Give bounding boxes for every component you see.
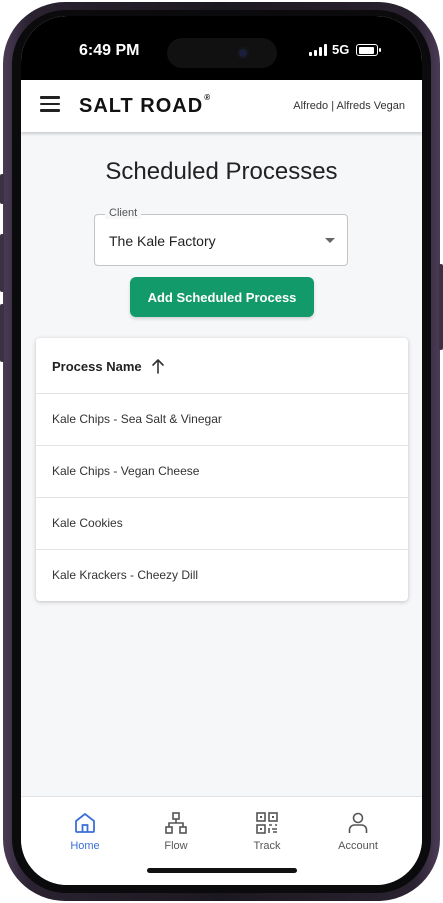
nav-label-track: Track — [253, 840, 281, 852]
logo-text: SALT ROAD — [79, 95, 204, 117]
table-row[interactable]: Kale Chips - Sea Salt & Vinegar — [36, 394, 408, 446]
home-icon — [75, 813, 95, 833]
battery-icon — [356, 44, 381, 56]
caret-down-icon — [325, 238, 335, 243]
menu-icon[interactable] — [40, 96, 60, 112]
page-title: Scheduled Processes — [105, 158, 338, 185]
table-row[interactable]: Kale Chips - Vegan Cheese — [36, 446, 408, 498]
column-header-process-name[interactable]: Process Name — [52, 359, 142, 374]
nav-item-track[interactable]: Track — [227, 811, 307, 861]
dynamic-island — [167, 38, 277, 68]
flow-icon — [165, 812, 187, 834]
client-label: Client — [105, 207, 142, 219]
nav-item-home[interactable]: Home — [45, 811, 125, 861]
salt-road-logo[interactable]: SALT ROAD® — [79, 93, 212, 118]
user-info: Alfredo | Alfreds Vegan — [293, 100, 405, 112]
nav-item-flow[interactable]: Flow — [136, 811, 216, 861]
registered-mark: ® — [204, 93, 212, 103]
process-name-cell: Kale Cookies — [52, 516, 123, 530]
client-value: The Kale Factory — [109, 233, 216, 249]
nav-label-home: Home — [70, 840, 100, 852]
camera-icon — [237, 47, 249, 59]
table-row[interactable]: Kale Krackers - Cheezy Dill — [36, 550, 408, 601]
home-indicator — [147, 868, 297, 873]
phone-power-button — [439, 264, 443, 350]
client-select[interactable]: Client The Kale Factory — [94, 207, 348, 266]
phone-volume-down-button — [0, 304, 4, 362]
nav-label-account: Account — [338, 840, 378, 852]
table-row[interactable]: Kale Cookies — [36, 498, 408, 550]
screen: 6:49 PM 5G SALT ROAD® Alfredo | Alfreds … — [21, 16, 422, 885]
app-bar: SALT ROAD® Alfredo | Alfreds Vegan — [21, 80, 422, 132]
phone-volume-up-button — [0, 234, 4, 292]
sort-arrow-up-icon[interactable] — [151, 358, 165, 374]
qr-code-icon — [256, 812, 278, 834]
network-type: 5G — [332, 42, 350, 57]
table-header[interactable]: Process Name — [36, 338, 408, 394]
status-bar: 6:49 PM 5G — [21, 16, 422, 80]
status-time: 6:49 PM — [79, 42, 140, 59]
add-scheduled-process-button[interactable]: Add Scheduled Process — [130, 277, 314, 317]
process-name-cell: Kale Krackers - Cheezy Dill — [52, 568, 199, 582]
process-name-cell: Kale Chips - Vegan Cheese — [52, 464, 200, 478]
nav-label-flow: Flow — [164, 840, 188, 852]
signal-icon — [309, 44, 329, 56]
process-table: Process Name Kale Chips - Sea Salt & Vin… — [36, 338, 408, 601]
process-name-cell: Kale Chips - Sea Salt & Vinegar — [52, 412, 222, 426]
person-icon — [348, 812, 368, 833]
phone-side-button — [0, 174, 4, 204]
nav-item-account[interactable]: Account — [318, 811, 398, 861]
